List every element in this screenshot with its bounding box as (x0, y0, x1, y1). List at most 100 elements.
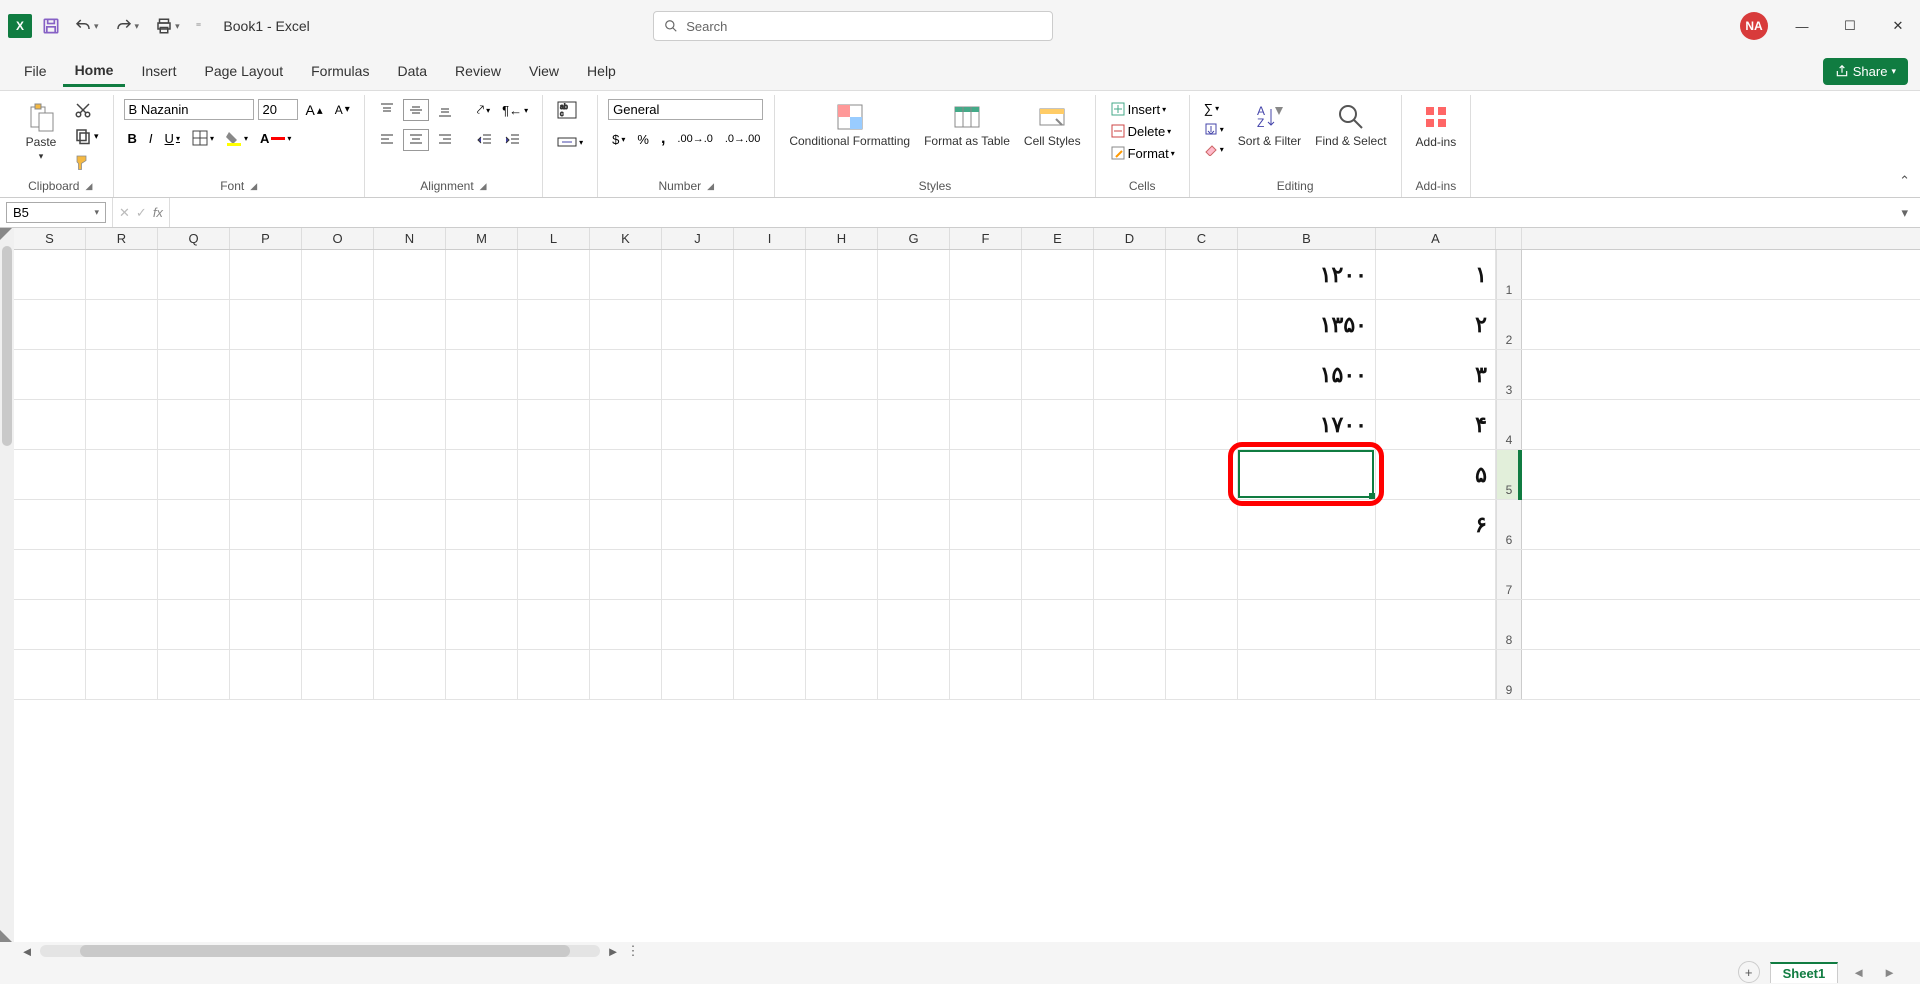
align-top-button[interactable] (375, 100, 399, 120)
tab-page-layout[interactable]: Page Layout (192, 57, 295, 85)
cell-H7[interactable] (806, 550, 878, 599)
cell-Q2[interactable] (158, 300, 230, 349)
cell-J5[interactable] (662, 450, 734, 499)
align-bottom-button[interactable] (433, 100, 457, 120)
column-header-Q[interactable]: Q (158, 228, 230, 249)
format-as-table-button[interactable]: Format as Table (920, 99, 1014, 150)
customize-qat-button[interactable]: ⁼ (192, 18, 206, 35)
cell-S9[interactable] (14, 650, 86, 699)
cell-M2[interactable] (446, 300, 518, 349)
cell-C2[interactable] (1166, 300, 1238, 349)
cell-N1[interactable] (374, 250, 446, 299)
cell-N6[interactable] (374, 500, 446, 549)
cell-J9[interactable] (662, 650, 734, 699)
cell-G2[interactable] (878, 300, 950, 349)
accounting-format-button[interactable]: $▾ (608, 130, 629, 149)
cell-F2[interactable] (950, 300, 1022, 349)
cell-Q9[interactable] (158, 650, 230, 699)
cell-J4[interactable] (662, 400, 734, 449)
cut-button[interactable] (70, 99, 103, 121)
cell-S6[interactable] (14, 500, 86, 549)
cell-E7[interactable] (1022, 550, 1094, 599)
column-header-J[interactable]: J (662, 228, 734, 249)
find-select-button[interactable]: Find & Select (1311, 99, 1390, 150)
cell-J7[interactable] (662, 550, 734, 599)
sheet-tab-sheet1[interactable]: Sheet1 (1770, 962, 1839, 983)
column-header-K[interactable]: K (590, 228, 662, 249)
sheet-options-icon[interactable]: ⋮ (626, 943, 640, 959)
cell-H9[interactable] (806, 650, 878, 699)
tab-formulas[interactable]: Formulas (299, 57, 381, 85)
cell-A8[interactable] (1376, 600, 1496, 649)
cell-J2[interactable] (662, 300, 734, 349)
cell-O3[interactable] (302, 350, 374, 399)
cell-A4[interactable]: ۴ (1376, 400, 1496, 449)
cell-H2[interactable] (806, 300, 878, 349)
cell-D9[interactable] (1094, 650, 1166, 699)
horizontal-scrollbar[interactable]: ◄ ► ⋮ (0, 942, 1920, 960)
tab-data[interactable]: Data (385, 57, 439, 85)
cell-P1[interactable] (230, 250, 302, 299)
row-header-7[interactable]: 7 (1496, 550, 1522, 599)
font-dialog-icon[interactable]: ◢ (250, 181, 257, 192)
collapse-ribbon-button[interactable]: ⌃ (1899, 173, 1910, 189)
column-header-M[interactable]: M (446, 228, 518, 249)
cell-O8[interactable] (302, 600, 374, 649)
row-header-9[interactable]: 9 (1496, 650, 1522, 699)
scroll-left-icon[interactable]: ◄ (20, 944, 34, 959)
cell-F7[interactable] (950, 550, 1022, 599)
cell-A1[interactable]: ۱ (1376, 250, 1496, 299)
cell-D5[interactable] (1094, 450, 1166, 499)
underline-button[interactable]: U▾ (161, 129, 184, 148)
vertical-scroll-thumb[interactable] (2, 246, 12, 446)
cell-E2[interactable] (1022, 300, 1094, 349)
cell-C4[interactable] (1166, 400, 1238, 449)
decrease-decimal-button[interactable]: .0→.00 (721, 131, 764, 147)
autosum-button[interactable]: ∑ ▾ (1200, 99, 1228, 118)
cell-R9[interactable] (86, 650, 158, 699)
cell-H1[interactable] (806, 250, 878, 299)
increase-font-button[interactable]: A▴ (302, 100, 327, 120)
column-header-B[interactable]: B (1238, 228, 1376, 249)
cell-P9[interactable] (230, 650, 302, 699)
cell-R2[interactable] (86, 300, 158, 349)
cell-O9[interactable] (302, 650, 374, 699)
cell-J8[interactable] (662, 600, 734, 649)
cell-D8[interactable] (1094, 600, 1166, 649)
cell-I6[interactable] (734, 500, 806, 549)
tab-file[interactable]: File (12, 57, 59, 85)
sheet-nav-next-icon[interactable]: ► (1879, 965, 1900, 980)
cell-G8[interactable] (878, 600, 950, 649)
cell-K9[interactable] (590, 650, 662, 699)
cell-P6[interactable] (230, 500, 302, 549)
cell-R8[interactable] (86, 600, 158, 649)
scroll-up-icon[interactable] (0, 228, 12, 240)
cell-M3[interactable] (446, 350, 518, 399)
cell-E8[interactable] (1022, 600, 1094, 649)
select-all-corner[interactable] (1496, 228, 1522, 249)
cell-P8[interactable] (230, 600, 302, 649)
decrease-indent-button[interactable] (473, 130, 497, 150)
cell-A7[interactable] (1376, 550, 1496, 599)
align-right-button[interactable] (433, 130, 457, 150)
cell-C8[interactable] (1166, 600, 1238, 649)
cell-H8[interactable] (806, 600, 878, 649)
cell-L2[interactable] (518, 300, 590, 349)
cell-E5[interactable] (1022, 450, 1094, 499)
cell-F4[interactable] (950, 400, 1022, 449)
expand-formula-bar-button[interactable]: ▾ (1895, 205, 1914, 221)
cell-O5[interactable] (302, 450, 374, 499)
cell-N9[interactable] (374, 650, 446, 699)
scroll-down-icon[interactable] (0, 930, 12, 942)
cell-R7[interactable] (86, 550, 158, 599)
tab-help[interactable]: Help (575, 57, 628, 85)
row-header-8[interactable]: 8 (1496, 600, 1522, 649)
cell-E9[interactable] (1022, 650, 1094, 699)
cell-F9[interactable] (950, 650, 1022, 699)
row-header-4[interactable]: 4 (1496, 400, 1522, 449)
cell-I9[interactable] (734, 650, 806, 699)
border-button[interactable]: ▾ (188, 128, 218, 148)
font-size-combo[interactable] (258, 99, 298, 120)
cell-N3[interactable] (374, 350, 446, 399)
horizontal-scroll-thumb[interactable] (80, 945, 570, 957)
